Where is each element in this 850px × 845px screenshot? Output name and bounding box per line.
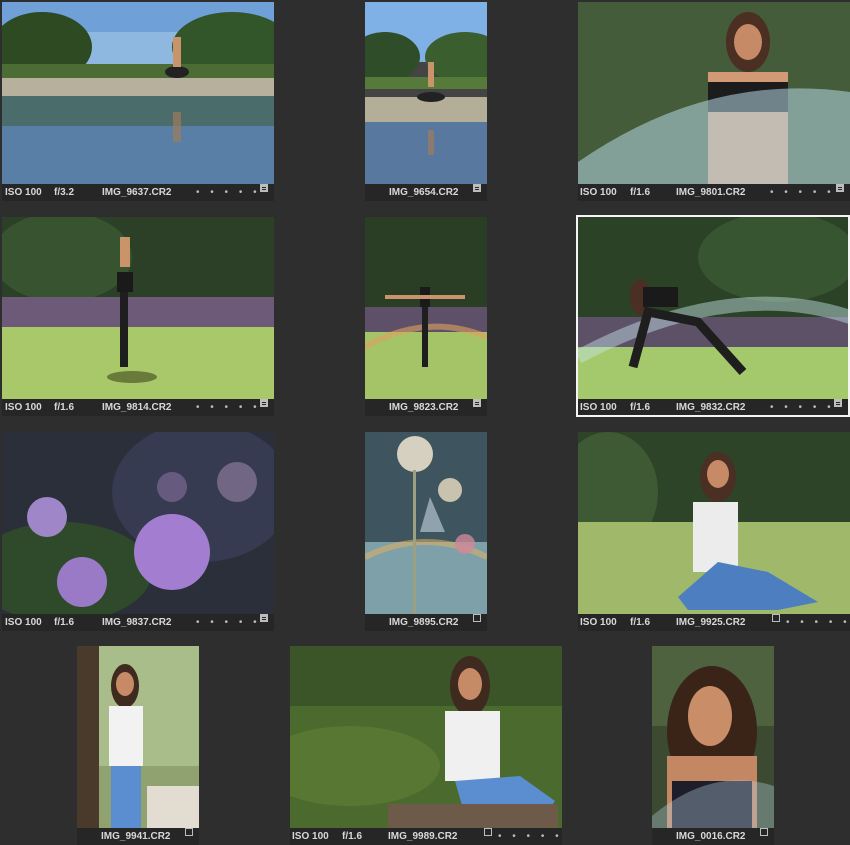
photo-info-bar: IMG_9895.CR2 bbox=[365, 614, 487, 631]
photo-info-bar: ISO 100 f/1.6 IMG_9832.CR2 • • • • • bbox=[578, 399, 850, 416]
rating-dots[interactable]: • • • • • bbox=[196, 614, 261, 631]
aperture-label: f/1.6 bbox=[54, 402, 75, 413]
photo-thumbnail[interactable] bbox=[365, 217, 487, 399]
metadata-icon[interactable] bbox=[260, 184, 268, 192]
filename-label: IMG_9654.CR2 bbox=[389, 187, 459, 198]
metadata-icon[interactable] bbox=[484, 828, 492, 836]
filename-label: IMG_9814.CR2 bbox=[102, 402, 172, 413]
filename-label: IMG_9823.CR2 bbox=[389, 402, 459, 413]
iso-label: ISO 100 bbox=[580, 187, 617, 198]
thumbnail-grid: ISO 100 f/3.2 IMG_9637.CR2 • • • • • IMG… bbox=[0, 0, 850, 845]
photo-info-bar: ISO 100 f/1.6 IMG_9837.CR2 • • • • • bbox=[2, 614, 274, 631]
iso-label: ISO 100 bbox=[5, 187, 42, 198]
filename-label: IMG_9925.CR2 bbox=[676, 617, 746, 628]
photo-thumbnail[interactable] bbox=[578, 2, 850, 184]
photo-thumbnail[interactable] bbox=[290, 646, 562, 828]
iso-label: ISO 100 bbox=[5, 402, 42, 413]
metadata-icon[interactable] bbox=[260, 399, 268, 407]
photo-thumbnail[interactable] bbox=[2, 217, 274, 399]
photo-thumbnail[interactable] bbox=[578, 217, 850, 399]
photo-info-bar: ISO 100 f/3.2 IMG_9637.CR2 • • • • • bbox=[2, 184, 274, 201]
filename-label: IMG_9837.CR2 bbox=[102, 617, 172, 628]
metadata-icon[interactable] bbox=[185, 828, 193, 836]
filename-label: IMG_9895.CR2 bbox=[389, 617, 459, 628]
aperture-label: f/3.2 bbox=[54, 187, 75, 198]
photo-thumbnail[interactable] bbox=[578, 432, 850, 614]
aperture-label: f/1.6 bbox=[630, 617, 651, 628]
rating-dots[interactable]: • • • • • bbox=[786, 614, 850, 631]
metadata-icon[interactable] bbox=[834, 399, 842, 407]
metadata-icon[interactable] bbox=[772, 614, 780, 622]
aperture-label: f/1.6 bbox=[54, 617, 75, 628]
photo-thumbnail[interactable] bbox=[77, 646, 199, 828]
photo-info-bar: IMG_9941.CR2 bbox=[77, 828, 199, 845]
metadata-icon[interactable] bbox=[760, 828, 768, 836]
filename-label: IMG_9941.CR2 bbox=[101, 831, 171, 842]
photo-info-bar: ISO 100 f/1.6 IMG_9801.CR2 • • • • • bbox=[578, 184, 850, 201]
filename-label: IMG_9637.CR2 bbox=[102, 187, 172, 198]
photo-thumbnail[interactable] bbox=[2, 2, 274, 184]
rating-dots[interactable]: • • • • • bbox=[770, 184, 835, 201]
photo-thumbnail[interactable] bbox=[652, 646, 774, 828]
aperture-label: f/1.6 bbox=[630, 402, 651, 413]
iso-label: ISO 100 bbox=[580, 402, 617, 413]
filename-label: IMG_0016.CR2 bbox=[676, 831, 746, 842]
metadata-icon[interactable] bbox=[473, 184, 481, 192]
photo-info-bar: IMG_9654.CR2 bbox=[365, 184, 487, 201]
photo-info-bar: ISO 100 f/1.6 IMG_9989.CR2 • • • • • bbox=[290, 828, 562, 845]
aperture-label: f/1.6 bbox=[630, 187, 651, 198]
photo-thumbnail[interactable] bbox=[365, 2, 487, 184]
iso-label: ISO 100 bbox=[292, 831, 329, 842]
photo-info-bar: ISO 100 f/1.6 IMG_9925.CR2 • • • • • bbox=[578, 614, 850, 631]
rating-dots[interactable]: • • • • • bbox=[196, 399, 261, 416]
photo-info-bar: IMG_0016.CR2 bbox=[652, 828, 774, 845]
rating-dots[interactable]: • • • • • bbox=[498, 828, 563, 845]
metadata-icon[interactable] bbox=[473, 399, 481, 407]
photo-thumbnail[interactable] bbox=[365, 432, 487, 614]
filename-label: IMG_9832.CR2 bbox=[676, 402, 746, 413]
metadata-icon[interactable] bbox=[836, 184, 844, 192]
metadata-icon[interactable] bbox=[260, 614, 268, 622]
aperture-label: f/1.6 bbox=[342, 831, 363, 842]
photo-info-bar: ISO 100 f/1.6 IMG_9814.CR2 • • • • • bbox=[2, 399, 274, 416]
rating-dots[interactable]: • • • • • bbox=[196, 184, 261, 201]
photo-info-bar: IMG_9823.CR2 bbox=[365, 399, 487, 416]
filename-label: IMG_9801.CR2 bbox=[676, 187, 746, 198]
metadata-icon[interactable] bbox=[473, 614, 481, 622]
photo-thumbnail[interactable] bbox=[2, 432, 274, 614]
iso-label: ISO 100 bbox=[5, 617, 42, 628]
rating-dots[interactable]: • • • • • bbox=[770, 399, 835, 416]
iso-label: ISO 100 bbox=[580, 617, 617, 628]
filename-label: IMG_9989.CR2 bbox=[388, 831, 458, 842]
